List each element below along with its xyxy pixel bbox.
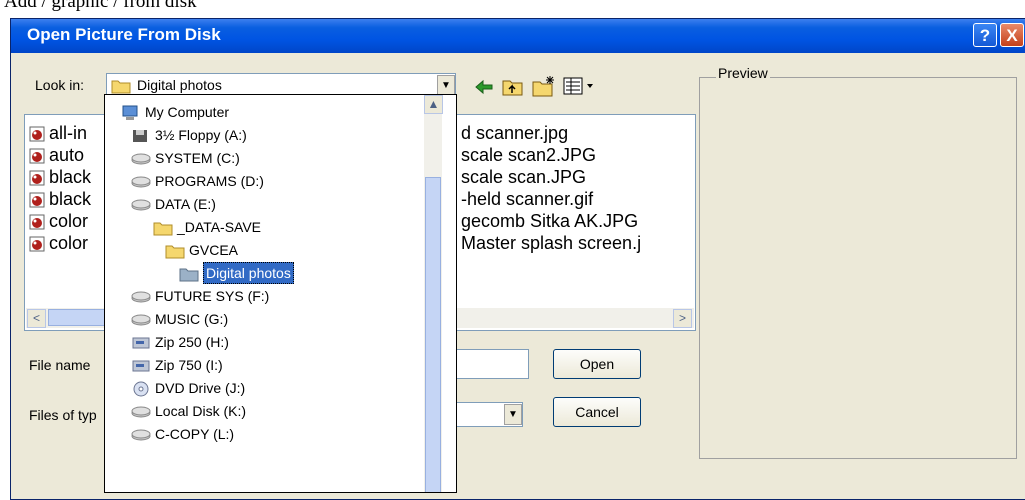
dropdown-item-label: Zip 750 (I:) [155, 357, 223, 373]
image-file-icon [29, 126, 45, 142]
dropdown-item-label: SYSTEM (C:) [155, 150, 240, 166]
close-button[interactable]: X [1000, 23, 1024, 47]
drive-icon [131, 429, 151, 441]
views-menu-icon[interactable] [563, 76, 599, 96]
folder-icon [165, 245, 185, 259]
dropdown-item-label: _DATA-SAVE [177, 219, 262, 235]
dropdown-item-label: DATA (E:) [155, 196, 216, 212]
file-name-left[interactable]: color [49, 233, 88, 254]
look-in-dropdown-list[interactable]: My Computer 3½ Floppy (A:) SYSTEM (C:) PROG… [104, 94, 457, 493]
preview-label: Preview [716, 65, 770, 81]
file-name-right[interactable]: Master splash screen.j [461, 233, 641, 254]
computer-icon [122, 105, 138, 120]
file-name-left[interactable]: auto [49, 145, 84, 166]
dropdown-item-label: GVCEA [189, 242, 239, 258]
open-button[interactable]: Open [553, 349, 641, 379]
dropdown-item-label: C-COPY (L:) [155, 426, 235, 442]
file-name-right[interactable]: gecomb Sitka AK.JPG [461, 211, 638, 232]
file-name-right[interactable]: d scanner.jpg [461, 123, 568, 144]
dropdown-scroll-thumb[interactable] [425, 177, 441, 492]
dropdown-item-label: FUTURE SYS (F:) [155, 288, 270, 304]
file-name-left[interactable]: all-in [49, 123, 87, 144]
dropdown-item-label: Local Disk (K:) [155, 403, 247, 419]
image-file-icon [29, 192, 45, 208]
dialog-title: Open Picture From Disk [27, 25, 221, 44]
file-name-right[interactable]: scale scan.JPG [461, 167, 586, 188]
cancel-button[interactable]: Cancel [553, 397, 641, 427]
scroll-left-button[interactable]: < [27, 309, 46, 328]
folder-icon [153, 222, 173, 236]
files-of-type-dropdown-button[interactable]: ▼ [504, 404, 522, 425]
dropdown-item-label: 3½ Floppy (A:) [155, 127, 247, 143]
look-in-dropdown-button[interactable]: ▼ [437, 75, 455, 96]
drive-icon [131, 176, 151, 188]
open-folder-icon [179, 268, 199, 282]
floppy-icon [133, 130, 147, 142]
image-file-icon [29, 236, 45, 252]
file-name-right[interactable]: -held scanner.gif [461, 189, 593, 210]
image-file-icon [29, 214, 45, 230]
file-name-left[interactable]: black [49, 189, 91, 210]
title-bar[interactable]: Open Picture From Disk ? X [11, 19, 1025, 53]
drive-icon [131, 291, 151, 303]
zip-drive-icon [132, 337, 150, 349]
dropdown-item-label: Digital photos [203, 262, 294, 284]
new-folder-icon[interactable] [531, 74, 557, 98]
file-name-left[interactable]: color [49, 211, 88, 232]
look-in-label: Look in: [35, 77, 85, 93]
drive-icon [131, 314, 151, 326]
folder-icon [111, 80, 131, 94]
dvd-drive-icon [133, 381, 149, 397]
image-file-icon [29, 170, 45, 186]
look-in-value: Digital photos [137, 77, 222, 93]
drive-icon [131, 406, 151, 418]
document-caption: Add / graphic / from disk [4, 0, 197, 12]
files-of-type-label: Files of typ [29, 407, 97, 423]
scroll-right-button[interactable]: > [673, 309, 692, 328]
drive-icon [131, 153, 151, 165]
dropdown-scrollbar[interactable]: ▲ [424, 95, 443, 492]
dropdown-item-label: PROGRAMS (D:) [155, 173, 264, 189]
image-file-icon [29, 148, 45, 164]
drive-icon [131, 199, 151, 211]
help-button[interactable]: ? [973, 23, 997, 47]
file-name-label: File name [29, 357, 91, 373]
preview-pane [699, 77, 1017, 459]
file-name-left[interactable]: black [49, 167, 91, 188]
dropdown-item-label: My Computer [145, 104, 230, 120]
dropdown-item-label: Zip 250 (H:) [155, 334, 229, 350]
dropdown-item-label: DVD Drive (J:) [155, 380, 246, 396]
up-folder-icon[interactable] [501, 76, 525, 98]
zip-drive-icon [132, 360, 150, 372]
dropdown-item-label: MUSIC (G:) [155, 311, 229, 327]
back-arrow-icon[interactable] [473, 77, 495, 97]
file-name-right[interactable]: scale scan2.JPG [461, 145, 596, 166]
scroll-up-button[interactable]: ▲ [424, 95, 443, 114]
